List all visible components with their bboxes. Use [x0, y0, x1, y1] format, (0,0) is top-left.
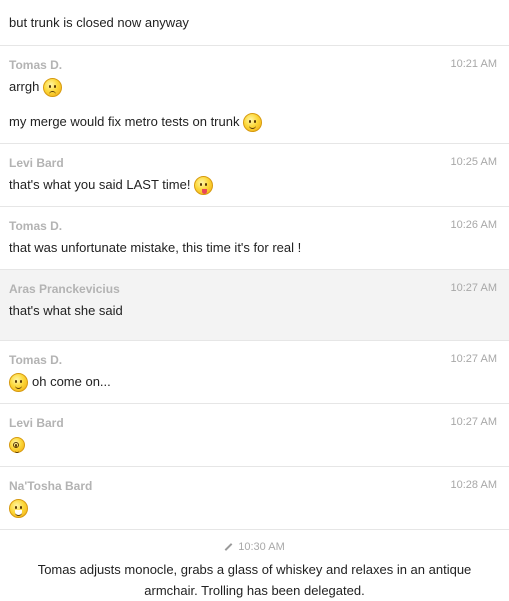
system-message-timestamp: 10:30 AM	[238, 541, 285, 553]
tongue-face-icon	[194, 175, 214, 195]
pencil-icon	[224, 543, 233, 551]
message-line[interactable]: that was unfortunate mistake, this time …	[9, 237, 509, 259]
message-line[interactable]: that's what she said	[9, 300, 509, 322]
message-text: but trunk is closed now anyway	[9, 15, 189, 30]
message-line[interactable]: that's what you said LAST time!	[9, 174, 509, 196]
message-author[interactable]: Levi Bard	[9, 416, 64, 430]
message-author[interactable]: Na'Tosha Bard	[9, 479, 92, 493]
smile-face-icon	[9, 372, 28, 392]
message-timestamp: 10:27 AM	[450, 416, 497, 428]
message-author[interactable]: Tomas D.	[9, 58, 62, 72]
message-line[interactable]: oh come on...	[9, 371, 509, 393]
system-message-text: Tomas adjusts monocle, grabs a glass of …	[37, 562, 472, 598]
message: Tomas D. 10:26 AM that was unfortunate m…	[0, 207, 509, 270]
message-line[interactable]	[9, 497, 509, 519]
message-text: that was unfortunate mistake, this time …	[9, 240, 302, 255]
message-timestamp: 10:25 AM	[450, 156, 497, 168]
message-highlighted: Aras Pranckevicius 10:27 AM that's what …	[0, 270, 509, 341]
message-text: that's what you said LAST time!	[9, 177, 191, 192]
message-text: my merge would fix metro tests on trunk	[9, 114, 240, 129]
message-timestamp: 10:27 AM	[450, 353, 497, 365]
message: Levi Bard 10:25 AM that's what you said …	[0, 144, 509, 207]
laughing-face-icon	[9, 498, 28, 518]
system-message: 10:30 AM Tomas adjusts monocle, grabs a …	[0, 530, 509, 601]
message-text: that's what she said	[9, 303, 123, 318]
message-text: arrgh	[9, 79, 40, 94]
smile-face-icon	[243, 112, 263, 132]
sad-face-icon	[43, 77, 63, 97]
message: Na'Tosha Bard 10:28 AM	[0, 467, 509, 530]
message-continuation: but trunk is closed now anyway	[0, 0, 509, 46]
message-line[interactable]: but trunk is closed now anyway	[9, 12, 509, 45]
message-text: oh come on...	[32, 374, 111, 389]
message-line[interactable]: my merge would fix metro tests on trunk	[9, 111, 509, 133]
message-line[interactable]	[9, 434, 509, 456]
message-author[interactable]: Tomas D.	[9, 219, 62, 233]
message-timestamp: 10:28 AM	[450, 479, 497, 491]
message-timestamp: 10:21 AM	[450, 58, 497, 70]
message: Tomas D. 10:27 AM oh come on...	[0, 341, 509, 404]
monocle-face-icon	[9, 437, 25, 453]
message-timestamp: 10:27 AM	[450, 282, 497, 294]
message-author[interactable]: Tomas D.	[9, 353, 62, 367]
system-message-timestamp-row: 10:30 AM	[0, 541, 509, 553]
message: Tomas D. 10:21 AM arrgh my merge would f…	[0, 46, 509, 144]
message-author[interactable]: Aras Pranckevicius	[9, 282, 120, 296]
chat-transcript: but trunk is closed now anyway Tomas D. …	[0, 0, 509, 601]
message-author[interactable]: Levi Bard	[9, 156, 64, 170]
message-timestamp: 10:26 AM	[450, 219, 497, 231]
message-line[interactable]: arrgh	[9, 76, 509, 98]
message: Levi Bard 10:27 AM	[0, 404, 509, 467]
